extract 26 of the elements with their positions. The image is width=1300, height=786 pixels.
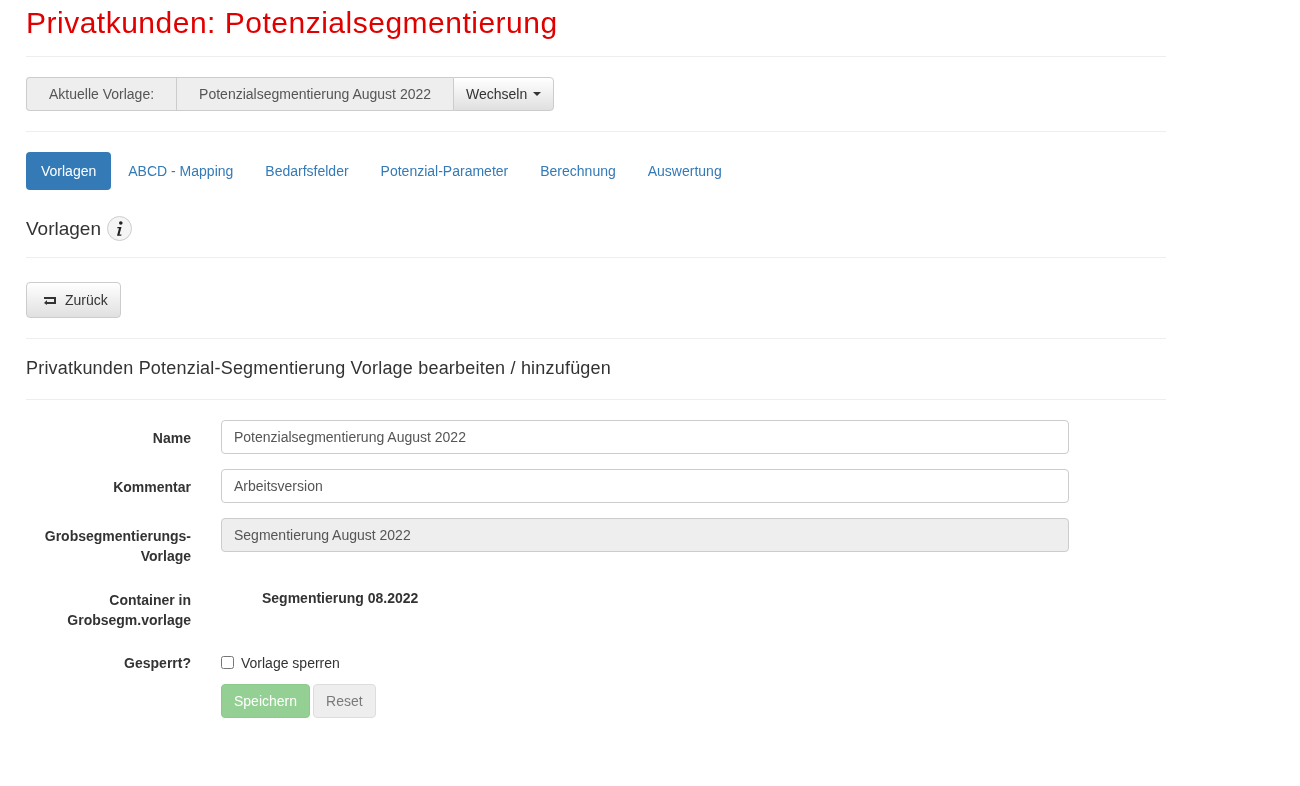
lock-checkbox[interactable] [221, 656, 234, 670]
field-label: Name [151, 429, 191, 448]
info-icon[interactable] [107, 216, 132, 241]
nav-tab[interactable]: Potenzial-Parameter [365, 152, 524, 190]
switch-dropdown-button[interactable]: Wechseln [453, 77, 555, 111]
caret-icon [533, 92, 542, 96]
field-label: Container in Grobsegm.vorlage [66, 590, 191, 630]
field-label: Gesperrt? [123, 654, 191, 674]
checkbox-label: Vorlage sperren [241, 654, 340, 671]
page-title: Privatkunden: Potenzialsegmentierung [26, 5, 559, 41]
nav-tab[interactable]: Bedarfsfelder [250, 152, 364, 190]
return-arrow-icon [43, 295, 57, 305]
nav-tab[interactable]: Berechnung [525, 152, 631, 190]
section-title: Vorlagen [26, 217, 101, 240]
field-label: Kommentar [112, 478, 191, 497]
text-input[interactable]: Potenzialsegmentierung August 2022 [221, 420, 1069, 454]
back-button[interactable]: Zurück [26, 282, 121, 318]
nav-tab[interactable]: ABCD - Mapping [113, 152, 249, 190]
text-input[interactable]: Arbeitsversion [221, 469, 1069, 503]
nav-tab[interactable]: Vorlagen [26, 152, 112, 190]
form-title: Privatkunden Potenzial-Segmentierung Vorlage bearbeiten / hinzufügen [26, 357, 612, 380]
field-label: Grobsegmentierungs-Vorlage [43, 527, 191, 567]
nav-tab[interactable]: Auswertung [632, 152, 737, 190]
template-label: Aktuelle Vorlage: [26, 77, 177, 111]
container-value: Segmentierung 08.2022 [261, 588, 420, 608]
template-value: Potenzialsegmentierung August 2022 [176, 77, 454, 111]
